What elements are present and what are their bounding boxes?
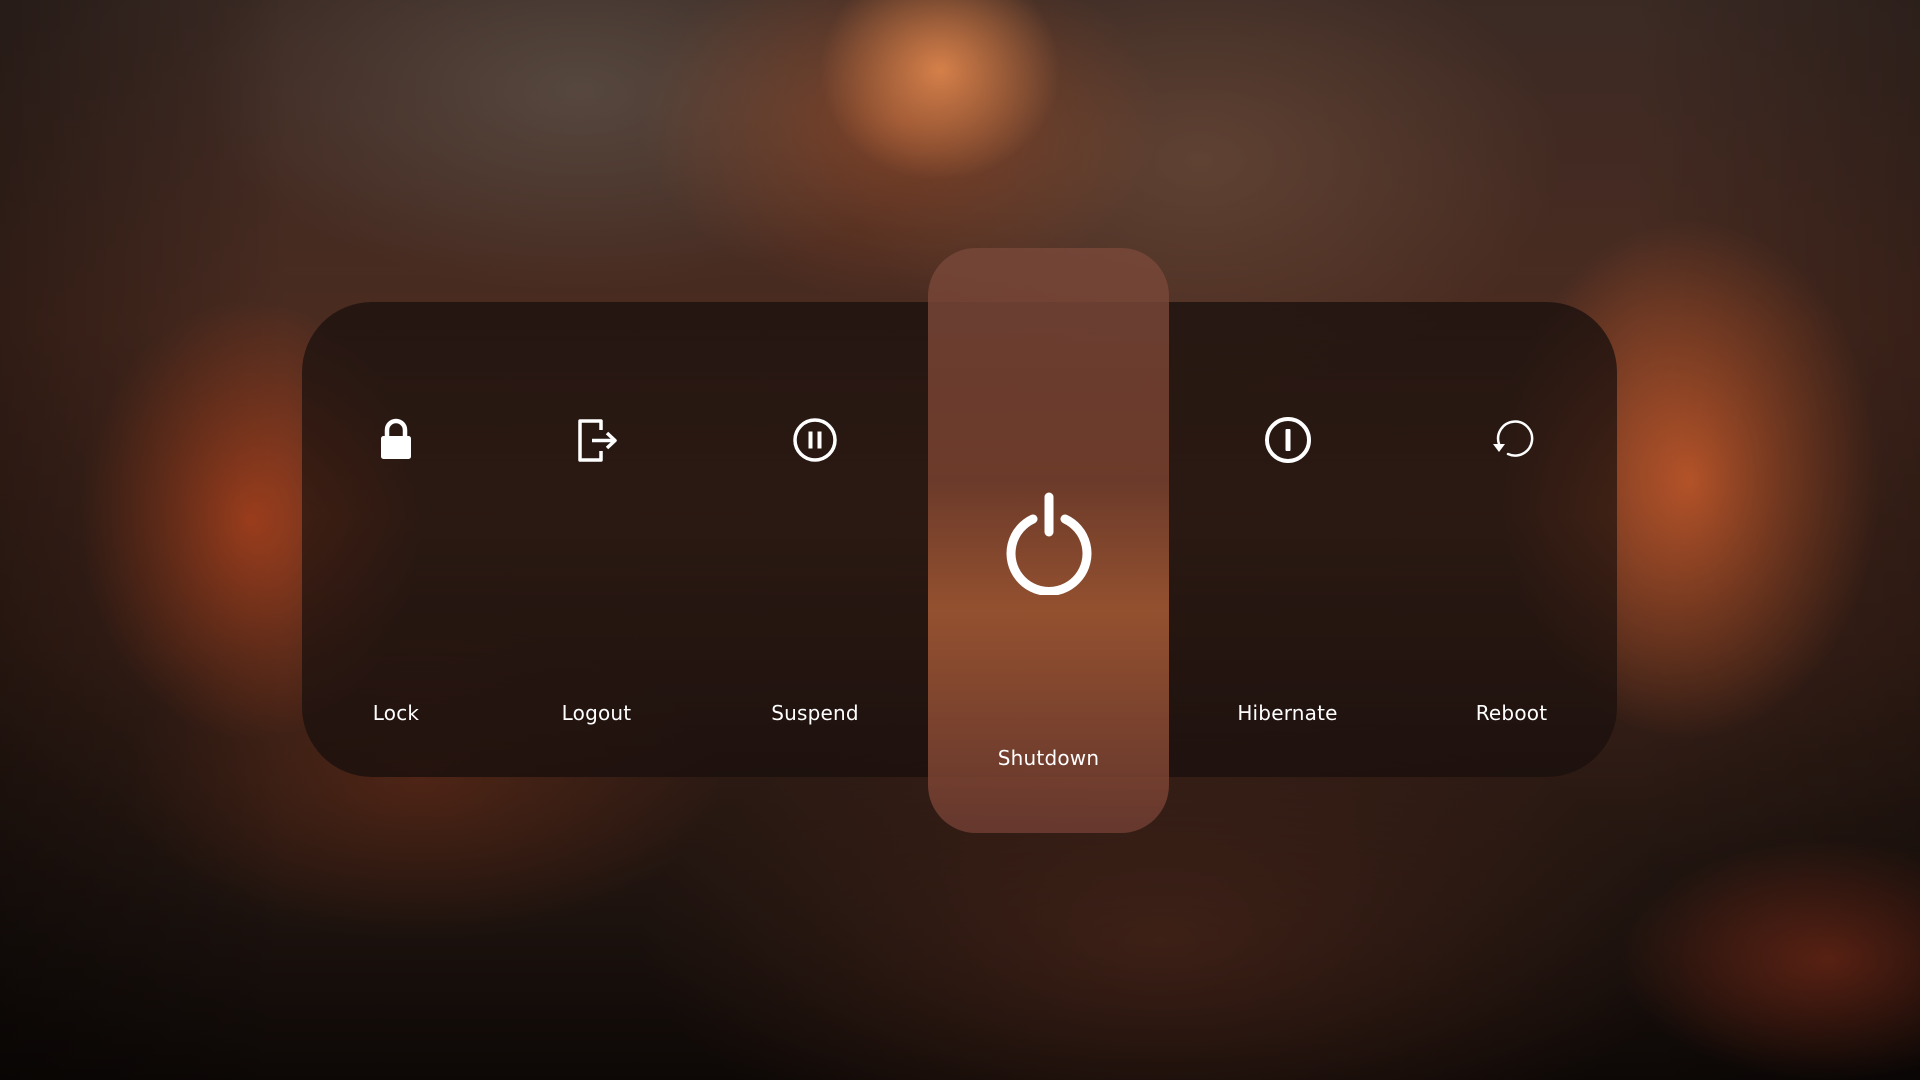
logout-icon — [565, 408, 629, 472]
hibernate-button[interactable]: Hibernate — [1169, 302, 1406, 777]
hibernate-icon — [1256, 408, 1320, 472]
logout-label: Logout — [561, 701, 632, 725]
power-icon — [994, 485, 1104, 595]
reboot-icon — [1480, 408, 1544, 472]
suspend-button[interactable]: Suspend — [703, 302, 927, 777]
shutdown-label: Shutdown — [997, 746, 1100, 770]
suspend-label: Suspend — [771, 701, 859, 725]
lock-icon — [364, 408, 428, 472]
shutdown-button[interactable]: Shutdown — [928, 248, 1169, 833]
pause-circle-icon — [783, 408, 847, 472]
lock-label: Lock — [372, 701, 420, 725]
lock-button[interactable]: Lock — [302, 302, 490, 777]
logout-button[interactable]: Logout — [490, 302, 703, 777]
reboot-button[interactable]: Reboot — [1406, 302, 1617, 777]
reboot-label: Reboot — [1475, 701, 1548, 725]
hibernate-label: Hibernate — [1237, 701, 1338, 725]
